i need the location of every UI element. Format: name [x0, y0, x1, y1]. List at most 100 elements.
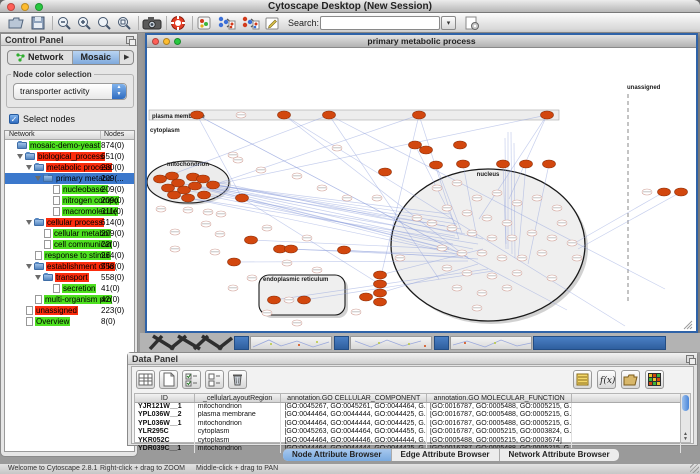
tab-edge-attribute-browser[interactable]: Edge Attribute Browser: [392, 449, 500, 461]
node-transporter-activity[interactable]: [420, 146, 433, 154]
node-transporter-activity[interactable]: [191, 111, 204, 119]
node-transporter-activity[interactable]: [198, 191, 211, 199]
node-transporter-activity[interactable]: [323, 111, 336, 119]
attribute-table[interactable]: ID_cellularLayoutRegionannotation.GO CEL…: [134, 393, 682, 443]
node-transporter-activity[interactable]: [298, 296, 311, 304]
node-transporter-activity[interactable]: [430, 161, 443, 169]
delete-attribute-icon[interactable]: [228, 370, 247, 389]
node-transporter-activity[interactable]: [154, 175, 167, 183]
expander-triangle-icon[interactable]: [26, 165, 32, 170]
tree-row[interactable]: macromolecule311(0): [5, 206, 134, 217]
tab-node-attribute-browser[interactable]: Node Attribute Browser: [283, 449, 392, 461]
float-panel-icon[interactable]: [126, 36, 134, 44]
expander-triangle-icon[interactable]: [17, 154, 23, 159]
table-row[interactable]: YPL036W__1mitochondrion[GO:0044464, GO:0…: [135, 420, 681, 428]
vizmapper-icon[interactable]: [196, 15, 212, 31]
column-header-filler[interactable]: [572, 394, 681, 402]
tab-mosaic[interactable]: Mosaic: [73, 51, 121, 64]
tab-overflow-arrow[interactable]: ▶: [120, 51, 133, 64]
tree-row-label[interactable]: Overview: [35, 317, 70, 326]
window-titlebar[interactable]: Cytoscape Desktop (New Session): [0, 0, 700, 13]
table-row[interactable]: YPL036W__2plasma membrane[GO:0044464, GO…: [135, 411, 681, 419]
node-transporter-activity[interactable]: [658, 188, 671, 196]
background-window-thumbnail[interactable]: [450, 336, 532, 350]
tree-row[interactable]: cellular metabol209(0): [5, 228, 134, 239]
node-transporter-activity[interactable]: [197, 175, 210, 183]
tree-row[interactable]: nitrogen compo209(0): [5, 195, 134, 206]
attribute-table-header[interactable]: ID_cellularLayoutRegionannotation.GO CEL…: [135, 394, 681, 403]
new-network-from-selected-edges-icon[interactable]: [240, 15, 260, 31]
new-network-from-selected-nodes-icon[interactable]: [216, 15, 236, 31]
node-transporter-activity[interactable]: [168, 191, 181, 199]
tree-row[interactable]: unassigned223(0): [5, 305, 134, 316]
node-transporter-activity[interactable]: [360, 293, 373, 301]
select-attributes-icon[interactable]: [182, 370, 201, 389]
node-transporter-activity[interactable]: [285, 245, 298, 253]
attribute-list-icon[interactable]: [573, 370, 592, 389]
zoom-fit-icon[interactable]: [116, 15, 132, 31]
edge[interactable]: [197, 115, 449, 248]
tree-row[interactable]: establishment of lo558(0): [5, 261, 134, 272]
background-window-thumbnail[interactable]: [350, 336, 432, 350]
new-attribute-icon[interactable]: [159, 370, 178, 389]
tree-row[interactable]: transport558(0): [5, 272, 134, 283]
background-window-edge[interactable]: [234, 336, 249, 350]
zoom-out-icon[interactable]: [56, 15, 72, 31]
node-transporter-activity[interactable]: [409, 141, 422, 149]
open-icon[interactable]: [8, 15, 24, 31]
node-transporter-activity[interactable]: [675, 188, 688, 196]
tree-row-label[interactable]: secretion: [62, 284, 96, 293]
node-transporter-activity[interactable]: [236, 194, 249, 202]
network-view-titlebar[interactable]: primary metabolic process: [147, 35, 696, 48]
node-transporter-activity[interactable]: [457, 160, 470, 168]
help-lifering-icon[interactable]: [170, 15, 186, 31]
node-transporter-activity[interactable]: [374, 298, 387, 306]
node-transporter-activity[interactable]: [207, 181, 220, 189]
node-transporter-activity[interactable]: [338, 246, 351, 254]
background-window-edge[interactable]: [434, 336, 449, 350]
node-transporter-activity[interactable]: [374, 280, 387, 288]
node-transporter-activity[interactable]: [228, 258, 241, 266]
background-window-thumbnail[interactable]: [250, 336, 332, 350]
table-row[interactable]: YLR295Ccytoplasm[GO:0045263, GO:0044464,…: [135, 428, 681, 436]
expander-triangle-icon[interactable]: [35, 176, 41, 181]
tree-row-label[interactable]: mosaic-demo-yeast: [29, 141, 101, 150]
zoom-in-icon[interactable]: [76, 15, 92, 31]
expander-triangle-icon[interactable]: [35, 275, 41, 280]
search-options-icon[interactable]: [464, 15, 480, 31]
network-graph[interactable]: plasma membranecytoplasmmitochondrionnuc…: [147, 48, 696, 331]
column-header[interactable]: annotation.GO MOLECULAR_FUNCTION: [427, 394, 572, 402]
node-transporter-activity[interactable]: [268, 296, 281, 304]
node-transporter-activity[interactable]: [497, 160, 510, 168]
table-row[interactable]: YKR052Ccytoplasm[GO:0044464, GO:0044446,…: [135, 437, 681, 445]
tree-row[interactable]: biological_process651(0): [5, 151, 134, 162]
select-nodes-checkbox[interactable]: ✓: [9, 114, 19, 124]
tree-row[interactable]: metabolic process280(0): [5, 162, 134, 173]
tree-row[interactable]: cell communicat22(0): [5, 239, 134, 250]
edge[interactable]: [578, 192, 681, 249]
snapshot-camera-icon[interactable]: [142, 15, 162, 31]
zoom-selected-icon[interactable]: [96, 15, 112, 31]
node-transporter-activity[interactable]: [454, 141, 467, 149]
tab-network-attribute-browser[interactable]: Network Attribute Browser: [500, 449, 619, 461]
network-canvas[interactable]: plasma membranecytoplasmmitochondrionnuc…: [147, 48, 696, 331]
column-header[interactable]: ID: [135, 394, 195, 402]
tree-row[interactable]: mosaic-demo-yeast874(0): [5, 140, 134, 151]
table-row[interactable]: YJR121W__1mitochondrion[GO:0045267, GO:0…: [135, 403, 681, 411]
network-view-window[interactable]: primary metabolic process plasma membran…: [145, 33, 698, 333]
tree-row-label[interactable]: biological_process: [37, 152, 105, 161]
color-attribute-dropdown[interactable]: transporter activity ▲▼: [13, 83, 127, 100]
node-transporter-activity[interactable]: [520, 160, 533, 168]
save-icon[interactable]: [30, 15, 46, 31]
canvas-resize-grip[interactable]: [690, 327, 692, 329]
tree-row-label[interactable]: transport: [55, 273, 89, 282]
node-transporter-activity[interactable]: [413, 111, 426, 119]
scrollbar-thumb[interactable]: [682, 395, 689, 411]
tree-row[interactable]: nucleobase-209(0): [5, 184, 134, 195]
tree-row[interactable]: response to stimul264(0): [5, 250, 134, 261]
tab-network[interactable]: Network: [8, 51, 73, 64]
import-attributes-icon[interactable]: [621, 370, 640, 389]
node-transporter-activity[interactable]: [245, 236, 258, 244]
attribute-table-icon[interactable]: [136, 370, 155, 389]
search-dropdown-arrow[interactable]: ▾: [441, 16, 456, 30]
